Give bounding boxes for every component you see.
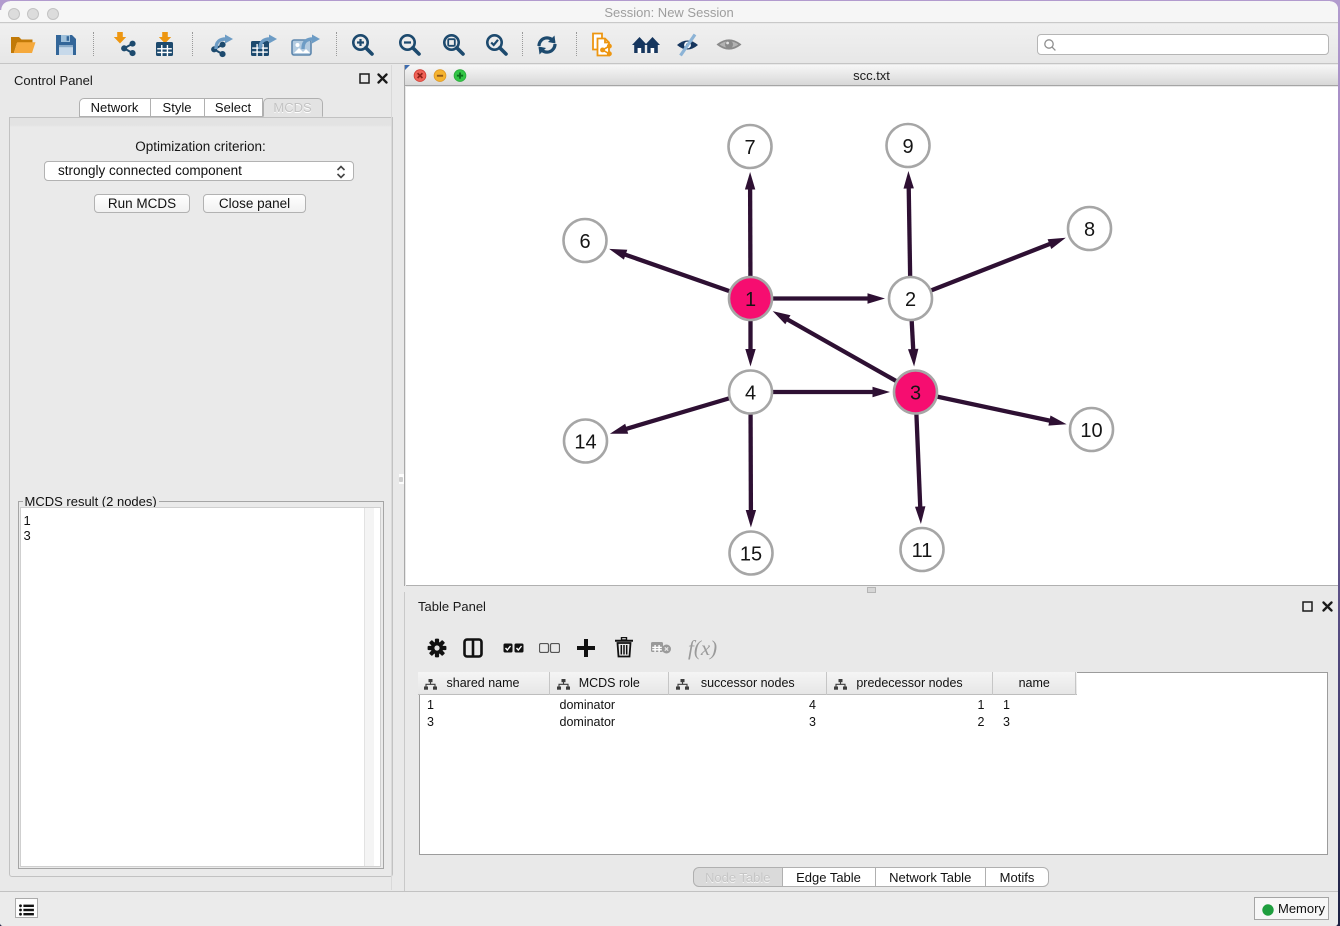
svg-text:3: 3 bbox=[910, 382, 921, 404]
svg-text:9: 9 bbox=[902, 136, 913, 158]
svg-text:14: 14 bbox=[574, 431, 596, 453]
svg-text:1: 1 bbox=[745, 289, 756, 311]
svg-text:f(x): f(x) bbox=[688, 637, 717, 660]
svg-text:6: 6 bbox=[579, 231, 590, 253]
svg-text:4: 4 bbox=[745, 382, 756, 404]
svg-text:7: 7 bbox=[744, 137, 755, 159]
svg-text:8: 8 bbox=[1084, 219, 1095, 241]
svg-text:2: 2 bbox=[905, 289, 916, 311]
svg-text:10: 10 bbox=[1080, 420, 1102, 442]
svg-text:11: 11 bbox=[912, 540, 933, 562]
svg-text:15: 15 bbox=[740, 543, 762, 565]
